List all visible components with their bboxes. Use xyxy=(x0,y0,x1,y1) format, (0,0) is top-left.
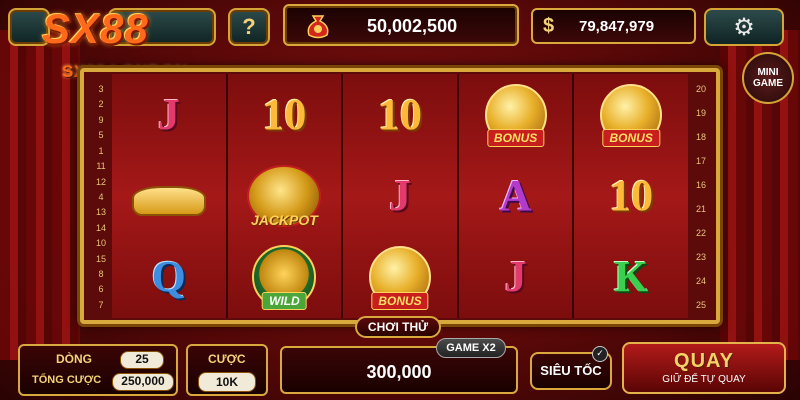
reel-cell: BONUS xyxy=(459,74,573,155)
bet-panel: CƯỢC 10K xyxy=(186,344,268,396)
spin-hint: GIỮ ĐỂ TỰ QUAY xyxy=(662,374,746,385)
reel-cell: BONUS xyxy=(574,74,688,155)
line-number: 8 xyxy=(98,269,104,280)
line-number: 15 xyxy=(95,253,106,264)
line-number: 23 xyxy=(695,252,706,262)
reel-cell: Q xyxy=(112,237,226,318)
symbol-j: J xyxy=(504,252,527,302)
line-number: 5 xyxy=(98,130,104,141)
gold-ingot-icon xyxy=(131,185,206,216)
symbol-j: J xyxy=(388,170,411,220)
line-number: 10 xyxy=(95,238,106,249)
reel-cell: K xyxy=(574,237,688,318)
gear-icon: ⚙ xyxy=(733,13,755,41)
line-number: 25 xyxy=(695,300,706,310)
symbol-a: A xyxy=(499,170,532,220)
reel-cell xyxy=(112,155,226,236)
reel-cell: 10 xyxy=(343,74,457,155)
line-number: 13 xyxy=(95,207,106,218)
line-number: 11 xyxy=(96,161,106,172)
bonus-badge: BONUS xyxy=(486,129,545,148)
brand-logo: SX88 xyxy=(42,5,149,52)
game-x2-button[interactable]: GAME X2 xyxy=(436,338,506,358)
reel-cell: BONUS xyxy=(343,237,457,318)
balance-value: 79,847,979 xyxy=(579,18,655,35)
help-button[interactable]: ? xyxy=(228,8,270,46)
symbol-10: 10 xyxy=(262,89,307,139)
spin-label: QUAY xyxy=(674,350,734,372)
line-number: 22 xyxy=(695,228,706,238)
line-number: 9 xyxy=(98,114,104,125)
reel-cell: JACKPOT xyxy=(228,155,342,236)
reel-4: BONUS A J xyxy=(458,74,575,318)
reel-3: 10 J BONUS xyxy=(343,74,459,318)
bet-value[interactable]: 10K xyxy=(198,372,256,392)
line-number: 21 xyxy=(695,204,706,214)
line-number: 16 xyxy=(695,180,706,190)
settings-button[interactable]: ⚙ xyxy=(704,8,784,46)
reel-cell: J xyxy=(343,155,457,236)
reel-cell: J xyxy=(112,74,226,155)
mini-game-button[interactable]: MINI GAME xyxy=(742,52,794,104)
check-icon: ✓ xyxy=(592,346,608,362)
total-bet-value: 250,000 xyxy=(112,373,174,391)
line-number: 2 xyxy=(98,99,104,110)
line-numbers-left: 3 2 9 5 1 11 12 4 13 14 10 15 8 6 7 xyxy=(94,84,108,310)
line-number: 17 xyxy=(695,156,706,166)
lines-bet-panel: DÒNG 25 TỔNG CƯỢC 250,000 xyxy=(18,344,178,396)
try-play-button[interactable]: CHƠI THỬ xyxy=(355,316,441,338)
line-number: 6 xyxy=(98,284,104,295)
symbol-10: 10 xyxy=(377,89,422,139)
spin-button[interactable]: QUAY GIỮ ĐỂ TỰ QUAY xyxy=(622,342,786,394)
mini-game-label: MINI GAME xyxy=(753,67,783,89)
reel-cell: 10 xyxy=(228,74,342,155)
line-number: 4 xyxy=(98,191,104,202)
jackpot-badge: JACKPOT xyxy=(250,211,318,228)
line-number: 20 xyxy=(695,84,706,94)
win-value: 300,000 xyxy=(366,362,432,382)
symbol-j: J xyxy=(157,89,180,139)
line-number: 12 xyxy=(95,176,106,187)
line-number: 14 xyxy=(95,222,106,233)
reels-grid: J Q 10 JACKPOT WILD 10 J BONUS BONUS A J BONUS 10 K xyxy=(112,74,688,318)
reel-1: JQ xyxy=(112,74,228,318)
line-numbers-right: 20 19 18 17 16 21 22 23 24 25 xyxy=(694,84,708,310)
reel-cell: WILD xyxy=(228,237,342,318)
symbol-q: Q xyxy=(151,252,186,302)
lines-value[interactable]: 25 xyxy=(120,351,164,369)
jackpot-value: 50,002,500 xyxy=(367,16,458,36)
line-number: 24 xyxy=(695,276,706,286)
bonus-badge: BONUS xyxy=(602,129,660,148)
reel-cell: 10 xyxy=(574,155,688,236)
total-bet-label: TỔNG CƯỢC xyxy=(32,374,102,386)
line-number: 18 xyxy=(695,132,706,142)
line-number: 3 xyxy=(98,84,104,94)
bonus-badge: BONUS xyxy=(371,291,429,310)
symbol-k: K xyxy=(614,252,649,302)
reel-2: 10 JACKPOT WILD xyxy=(227,74,344,318)
money-bag-icon xyxy=(307,15,329,39)
line-number: 7 xyxy=(98,299,104,310)
dollar-icon: $ xyxy=(543,15,555,37)
line-number: 19 xyxy=(695,108,706,118)
line-number: 1 xyxy=(98,145,104,156)
wild-badge: WILD xyxy=(262,291,307,310)
reel-cell: J xyxy=(459,237,573,318)
balance-display: $ 79,847,979 xyxy=(531,8,696,44)
reel-cell: A xyxy=(459,155,573,236)
jackpot-display: 50,002,500 xyxy=(283,4,519,46)
bet-label: CƯỢC xyxy=(208,352,246,366)
reel-5: BONUS 10 K xyxy=(574,74,688,318)
lines-label: DÒNG xyxy=(56,352,92,366)
symbol-10: 10 xyxy=(609,170,654,220)
